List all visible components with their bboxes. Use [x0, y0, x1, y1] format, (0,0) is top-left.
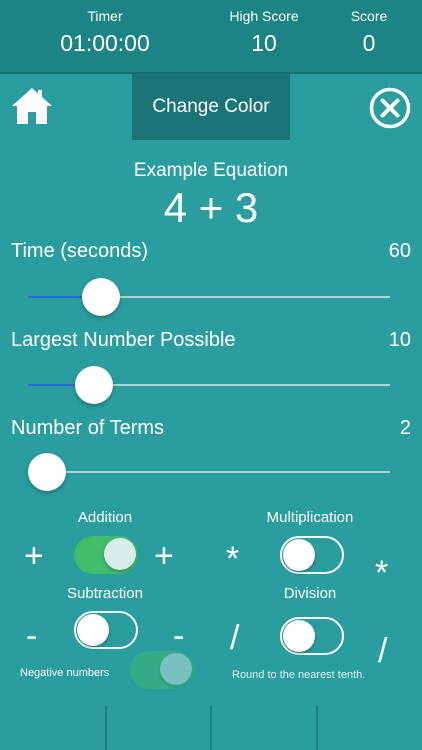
slider-thumb[interactable] [82, 278, 121, 316]
timer-stat: Timer 01:00:00 [40, 0, 170, 57]
largest-number-value: 10 [388, 329, 411, 351]
division-symbol-right: / [378, 632, 388, 670]
close-circle-icon [369, 87, 411, 129]
slider-thumb[interactable] [28, 453, 66, 491]
score-label: Score [350, 8, 388, 24]
number-of-terms-label: Number of Terms [11, 417, 165, 439]
score-value: 0 [362, 30, 376, 56]
stats-header: Timer 01:00:00 High Score 10 Score 0 [0, 0, 422, 74]
timer-label: Timer [87, 8, 123, 24]
multiplication-label: Multiplication [266, 509, 354, 526]
keypad-divider [105, 706, 107, 750]
number-of-terms-slider[interactable] [28, 452, 390, 492]
largest-number-label: Largest Number Possible [11, 329, 236, 351]
high-score-value: 10 [251, 30, 277, 56]
subtraction-label: Subtraction [67, 585, 143, 602]
multiplication-symbol-left: * [226, 540, 240, 578]
bottom-keypad-strip [0, 706, 422, 750]
addition-toggle[interactable] [74, 536, 138, 574]
change-color-label: Change Color [152, 96, 270, 117]
round-note: Round to the nearest tenth. [232, 669, 366, 681]
example-equation: 4 + 3 [163, 184, 259, 231]
toggle-knob [283, 539, 315, 571]
timer-value: 01:00:00 [60, 30, 150, 56]
high-score-label: High Score [229, 8, 299, 24]
score-stat: Score 0 [338, 0, 400, 57]
change-color-button[interactable]: Change Color [132, 74, 290, 140]
keypad-divider [316, 706, 318, 750]
multiplication-symbol-right: * [375, 554, 389, 592]
time-slider[interactable] [28, 277, 390, 317]
subtraction-toggle[interactable] [74, 611, 138, 649]
slider-track [28, 471, 390, 473]
division-toggle[interactable] [280, 617, 344, 655]
keypad-divider [210, 706, 212, 750]
time-label: Time (seconds) [11, 240, 149, 262]
addition-label: Addition [77, 509, 133, 526]
home-icon [12, 88, 52, 124]
time-value: 60 [388, 240, 411, 262]
division-label: Division [283, 585, 337, 602]
negative-numbers-toggle[interactable] [130, 651, 194, 689]
toggle-knob [283, 620, 315, 652]
division-symbol-left: / [230, 619, 240, 657]
largest-number-slider[interactable] [28, 365, 390, 405]
addition-symbol-left: + [24, 537, 44, 575]
high-score-stat: High Score 10 [214, 0, 314, 57]
toggle-knob [77, 614, 109, 646]
home-button[interactable] [10, 84, 54, 128]
slider-thumb[interactable] [75, 366, 114, 404]
subtraction-symbol-left: - [26, 617, 38, 655]
addition-symbol-right: + [154, 537, 174, 575]
settings-panel: Change Color Example Equation 4 + 3 Time… [0, 74, 422, 750]
toggle-knob [160, 653, 192, 685]
multiplication-toggle[interactable] [280, 536, 344, 574]
toggle-knob [104, 538, 136, 570]
close-button[interactable] [368, 86, 412, 130]
number-of-terms-value: 2 [399, 417, 411, 439]
negative-numbers-label: Negative numbers [20, 667, 110, 679]
example-equation-label: Example Equation [133, 160, 289, 181]
subtraction-symbol-right: - [173, 617, 185, 655]
